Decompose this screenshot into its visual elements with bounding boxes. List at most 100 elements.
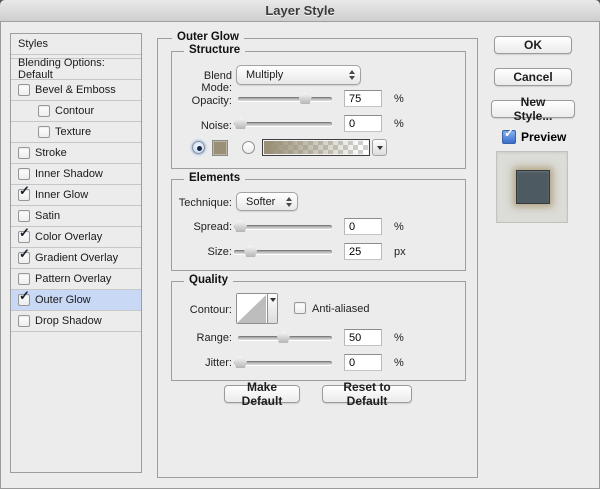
style-checkbox[interactable]: ✓: [38, 105, 50, 117]
blend-mode-label: Blend Mode:: [201, 70, 232, 94]
sidebar-item-drop-shadow[interactable]: ✓ Drop Shadow: [11, 311, 141, 332]
quality-group: Quality Contour: ✓ Anti-aliased Range: %…: [171, 274, 466, 381]
noise-slider[interactable]: [234, 117, 332, 129]
spread-input[interactable]: [344, 218, 382, 235]
elements-group: Elements Technique: Softer Spread: % Siz…: [171, 172, 466, 271]
sidebar-item-bevel-emboss[interactable]: ✓ Bevel & Emboss: [11, 80, 141, 101]
jitter-label: Jitter:: [205, 357, 232, 369]
size-slider[interactable]: [234, 245, 332, 257]
preview-label: Preview: [521, 130, 567, 144]
sidebar-item-texture[interactable]: ✓ Texture: [11, 122, 141, 143]
style-checkbox[interactable]: ✓: [18, 225, 30, 243]
checkmark-icon: ✓: [504, 126, 515, 140]
opacity-label: Opacity:: [191, 95, 232, 107]
ok-button[interactable]: OK: [494, 36, 572, 54]
sidebar-item-inner-glow[interactable]: ✓ Inner Glow: [11, 183, 141, 206]
window-title: Layer Style: [265, 3, 335, 18]
sidebar-item-inner-shadow[interactable]: ✓ Inner Shadow: [11, 164, 141, 185]
checkmark-icon: ✓: [19, 288, 30, 303]
glow-color-swatch[interactable]: [212, 140, 228, 156]
size-unit: px: [394, 246, 406, 258]
cancel-button[interactable]: Cancel: [494, 68, 572, 86]
gradient-dropdown-button[interactable]: [372, 139, 387, 156]
technique-select[interactable]: Softer: [236, 192, 298, 211]
checkmark-icon: ✓: [19, 246, 30, 261]
sidebar-item-pattern-overlay[interactable]: ✓ Pattern Overlay: [11, 269, 141, 290]
layer-style-dialog: Layer Style Styles Blending Options: Def…: [0, 0, 600, 489]
sidebar-item-color-overlay[interactable]: ✓ Color Overlay: [11, 225, 141, 248]
opacity-unit: %: [394, 93, 404, 105]
style-checkbox[interactable]: ✓: [18, 210, 30, 222]
sidebar-header-label: Styles: [18, 38, 48, 50]
checkmark-icon: ✓: [19, 225, 30, 240]
make-default-button[interactable]: Make Default: [224, 380, 300, 408]
jitter-slider-thumb[interactable]: [234, 356, 247, 368]
sidebar-item-label: Pattern Overlay: [35, 273, 112, 285]
updown-arrows-icon: [349, 70, 355, 80]
updown-arrows-icon: [286, 196, 292, 207]
noise-slider-thumb[interactable]: [234, 117, 247, 129]
jitter-slider[interactable]: [234, 356, 332, 368]
contour-dropdown-strip[interactable]: [267, 294, 277, 323]
noise-unit: %: [394, 118, 404, 130]
spread-label: Spread:: [193, 221, 232, 233]
jitter-input[interactable]: [344, 354, 382, 371]
contour-thumbnail[interactable]: [236, 293, 278, 324]
style-checkbox[interactable]: ✓: [18, 288, 30, 306]
antialiased-label: Anti-aliased: [312, 303, 370, 315]
blend-mode-select[interactable]: Multiply: [236, 65, 361, 85]
sidebar-item-stroke[interactable]: ✓ Stroke: [11, 143, 141, 164]
solid-color-radio[interactable]: [192, 141, 205, 154]
new-style-button[interactable]: New Style...: [491, 95, 575, 123]
size-label: Size:: [207, 246, 232, 258]
sidebar-item-label: Inner Glow: [35, 189, 89, 201]
checkmark-icon: ✓: [19, 183, 30, 198]
titlebar[interactable]: Layer Style: [0, 0, 600, 22]
range-label: Range:: [196, 332, 232, 344]
sidebar-item-satin[interactable]: ✓ Satin: [11, 206, 141, 227]
sidebar-item-label: Stroke: [35, 147, 67, 159]
range-slider[interactable]: [238, 331, 332, 343]
opacity-input[interactable]: [344, 90, 382, 107]
style-checkbox[interactable]: ✓: [38, 126, 50, 138]
style-checkbox[interactable]: ✓: [18, 246, 30, 264]
sidebar-item-styles[interactable]: Styles: [11, 34, 141, 55]
preview-checkbox[interactable]: ✓: [502, 126, 516, 144]
antialiased-checkbox[interactable]: ✓: [294, 302, 306, 314]
sidebar-item-label: Drop Shadow: [35, 315, 102, 327]
style-checkbox[interactable]: ✓: [18, 183, 30, 201]
sidebar-item-outer-glow[interactable]: ✓ Outer Glow: [11, 288, 141, 311]
blend-mode-value: Multiply: [246, 69, 284, 81]
styles-sidebar: Styles Blending Options: Default ✓ Bevel…: [10, 33, 142, 473]
noise-label: Noise:: [200, 120, 232, 132]
technique-label: Technique:: [178, 197, 232, 209]
sidebar-item-contour[interactable]: ✓ Contour: [11, 101, 141, 122]
style-checkbox[interactable]: ✓: [18, 273, 30, 285]
structure-legend: Structure: [184, 44, 246, 56]
jitter-unit: %: [394, 357, 404, 369]
spread-slider[interactable]: [234, 220, 332, 232]
sidebar-item-gradient-overlay[interactable]: ✓ Gradient Overlay: [11, 246, 141, 269]
sidebar-item-blending-options[interactable]: Blending Options: Default: [11, 57, 141, 81]
opacity-slider[interactable]: [238, 92, 332, 104]
style-checkbox[interactable]: ✓: [18, 315, 30, 327]
elements-legend: Elements: [184, 172, 246, 184]
size-slider-thumb[interactable]: [244, 245, 258, 257]
range-slider-thumb[interactable]: [276, 331, 290, 343]
sidebar-item-label: Gradient Overlay: [35, 252, 119, 264]
reset-to-default-button[interactable]: Reset to Default: [322, 380, 412, 408]
sidebar-item-label: Contour: [55, 105, 95, 117]
opacity-slider-thumb[interactable]: [298, 92, 312, 104]
style-checkbox[interactable]: ✓: [18, 168, 30, 180]
style-checkbox[interactable]: ✓: [18, 147, 30, 159]
range-input[interactable]: [344, 329, 382, 346]
style-checkbox[interactable]: ✓: [18, 84, 30, 96]
sidebar-item-label: Bevel & Emboss: [35, 84, 116, 96]
size-input[interactable]: [344, 243, 382, 260]
technique-value: Softer: [246, 195, 276, 208]
preview-glow-square: [516, 170, 550, 204]
noise-input[interactable]: [344, 115, 382, 132]
gradient-radio[interactable]: [242, 141, 255, 154]
gradient-preview[interactable]: [262, 139, 370, 156]
spread-slider-thumb[interactable]: [234, 220, 247, 232]
